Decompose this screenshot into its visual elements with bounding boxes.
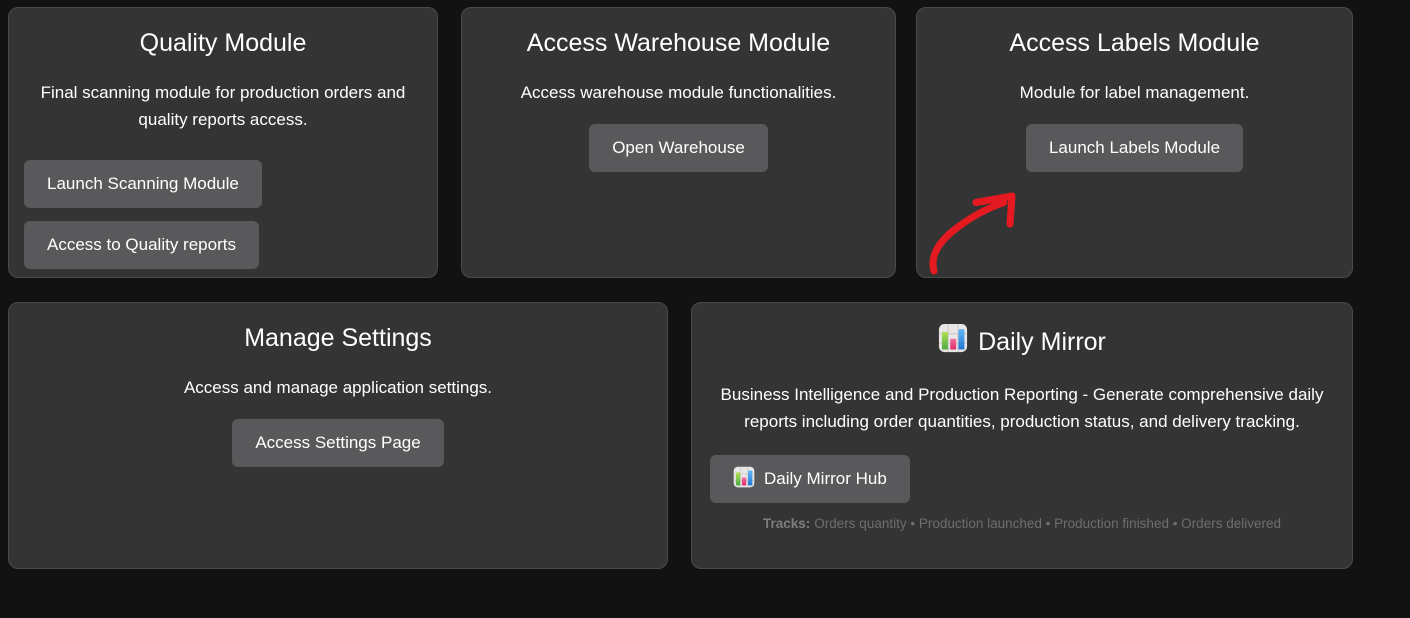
card-manage-settings: Manage Settings Access and manage applic… — [8, 302, 668, 569]
daily-mirror-title: Daily Mirror — [692, 323, 1352, 360]
warehouse-module-title: Access Warehouse Module — [462, 28, 895, 58]
warehouse-module-description: Access warehouse module functionalities. — [474, 79, 883, 106]
labels-module-buttons: Launch Labels Module — [917, 124, 1352, 172]
card-daily-mirror: Daily Mirror Business Intelligence and P… — [691, 302, 1353, 569]
manage-settings-buttons: Access Settings Page — [9, 419, 667, 467]
access-quality-reports-button[interactable]: Access to Quality reports — [24, 221, 259, 269]
quality-module-buttons: Launch Scanning Module Access to Quality… — [24, 160, 437, 269]
daily-mirror-title-text: Daily Mirror — [978, 327, 1106, 357]
daily-mirror-hub-label: Daily Mirror Hub — [764, 469, 887, 489]
card-quality-module: Quality Module Final scanning module for… — [8, 7, 438, 278]
access-settings-page-button[interactable]: Access Settings Page — [232, 419, 443, 467]
daily-mirror-hub-button[interactable]: Daily Mirror Hub — [710, 455, 910, 503]
tracks-items: Orders quantity • Production launched • … — [814, 516, 1281, 531]
bar-chart-icon — [938, 323, 968, 360]
quality-module-title: Quality Module — [9, 28, 437, 58]
manage-settings-title: Manage Settings — [9, 323, 667, 353]
open-warehouse-button[interactable]: Open Warehouse — [589, 124, 768, 172]
labels-module-description: Module for label management. — [929, 79, 1340, 106]
card-access-labels-module: Access Labels Module Module for label ma… — [916, 7, 1353, 278]
labels-module-title: Access Labels Module — [917, 28, 1352, 58]
quality-module-description: Final scanning module for production ord… — [21, 79, 425, 133]
manage-settings-description: Access and manage application settings. — [21, 374, 655, 401]
tracks-label: Tracks: — [763, 516, 810, 531]
modules-dashboard: Quality Module Final scanning module for… — [0, 0, 1410, 618]
launch-scanning-module-button[interactable]: Launch Scanning Module — [24, 160, 262, 208]
launch-labels-module-button[interactable]: Launch Labels Module — [1026, 124, 1243, 172]
daily-mirror-description: Business Intelligence and Production Rep… — [716, 381, 1328, 435]
daily-mirror-buttons: Daily Mirror Hub — [710, 455, 1352, 503]
bar-chart-icon — [733, 466, 755, 493]
tracks-footer: Tracks: Orders quantity • Production laun… — [702, 516, 1342, 532]
warehouse-module-buttons: Open Warehouse — [462, 124, 895, 172]
card-access-warehouse-module: Access Warehouse Module Access warehouse… — [461, 7, 896, 278]
